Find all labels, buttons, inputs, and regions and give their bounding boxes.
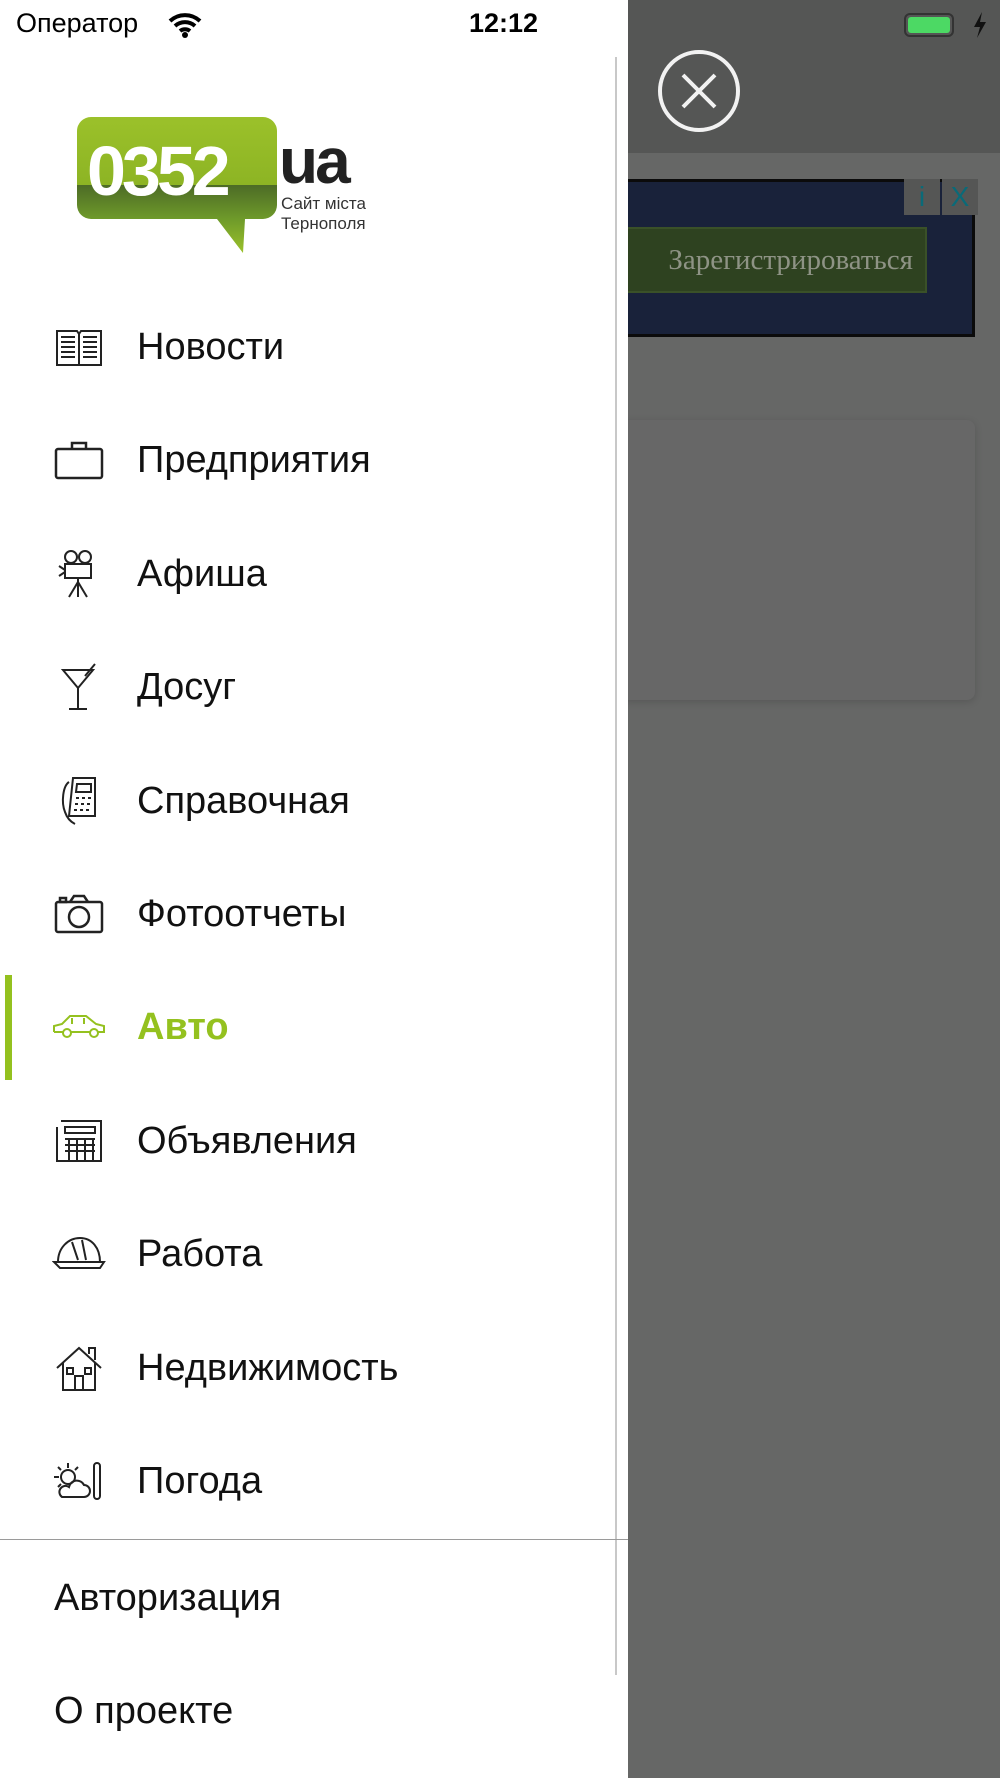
cocktail-icon — [52, 660, 106, 714]
house-icon — [52, 1341, 106, 1395]
ad-register-button[interactable]: Зарегистрироваться — [623, 227, 927, 293]
phone-icon — [52, 774, 106, 828]
menu-item-weather[interactable]: Погода — [0, 1431, 615, 1531]
battery-icon — [904, 13, 954, 37]
svg-text:0352: 0352 — [87, 132, 229, 210]
menu-item-leisure[interactable]: Досуг — [0, 637, 615, 737]
close-menu-button[interactable] — [658, 50, 740, 132]
svg-text:Тернополя: Тернополя — [281, 214, 366, 233]
menu-item-directory[interactable]: Справочная — [0, 751, 615, 851]
menu-divider — [0, 1539, 628, 1540]
navigation-drawer: Оператор 12:12 0352 ua Сайт міста Терноп… — [0, 0, 628, 1778]
weather-icon — [52, 1454, 106, 1508]
menu-item-jobs[interactable]: Работа — [0, 1204, 615, 1304]
classifieds-icon — [52, 1114, 106, 1168]
menu-item-classifieds[interactable]: Объявления — [0, 1091, 615, 1191]
ad-info-icon[interactable]: i — [904, 179, 940, 215]
menu-item-enterprises[interactable]: Предприятия — [0, 410, 615, 510]
ad-banner[interactable]: Зарегистрироваться i X — [620, 179, 978, 337]
content-card — [620, 420, 975, 700]
site-logo[interactable]: 0352 ua Сайт міста Тернополя — [77, 117, 377, 262]
about-link[interactable]: О проекте — [54, 1690, 233, 1733]
close-icon — [681, 73, 717, 109]
charging-icon — [974, 12, 986, 38]
ad-close-icon[interactable]: X — [942, 179, 978, 215]
menu-item-news[interactable]: Новости — [0, 297, 615, 397]
svg-text:ua: ua — [279, 125, 351, 197]
login-link[interactable]: Авторизация — [54, 1577, 281, 1620]
svg-text:Сайт міста: Сайт міста — [281, 194, 366, 213]
drawer-separator — [615, 57, 617, 1675]
car-icon — [52, 1000, 106, 1054]
clock: 12:12 — [469, 8, 539, 38]
menu-item-real-estate[interactable]: Недвижимость — [0, 1318, 615, 1418]
wifi-icon — [168, 13, 202, 38]
carrier-label: Оператор — [16, 8, 139, 38]
camera-icon — [52, 887, 106, 941]
film-camera-icon — [52, 547, 106, 601]
menu-item-photo-reports[interactable]: Фотоотчеты — [0, 864, 615, 964]
menu-item-auto[interactable]: Авто — [0, 977, 615, 1077]
hard-hat-icon — [52, 1227, 106, 1281]
newspaper-icon — [52, 320, 106, 374]
menu-item-afisha[interactable]: Афиша — [0, 524, 615, 624]
briefcase-icon — [52, 433, 106, 487]
